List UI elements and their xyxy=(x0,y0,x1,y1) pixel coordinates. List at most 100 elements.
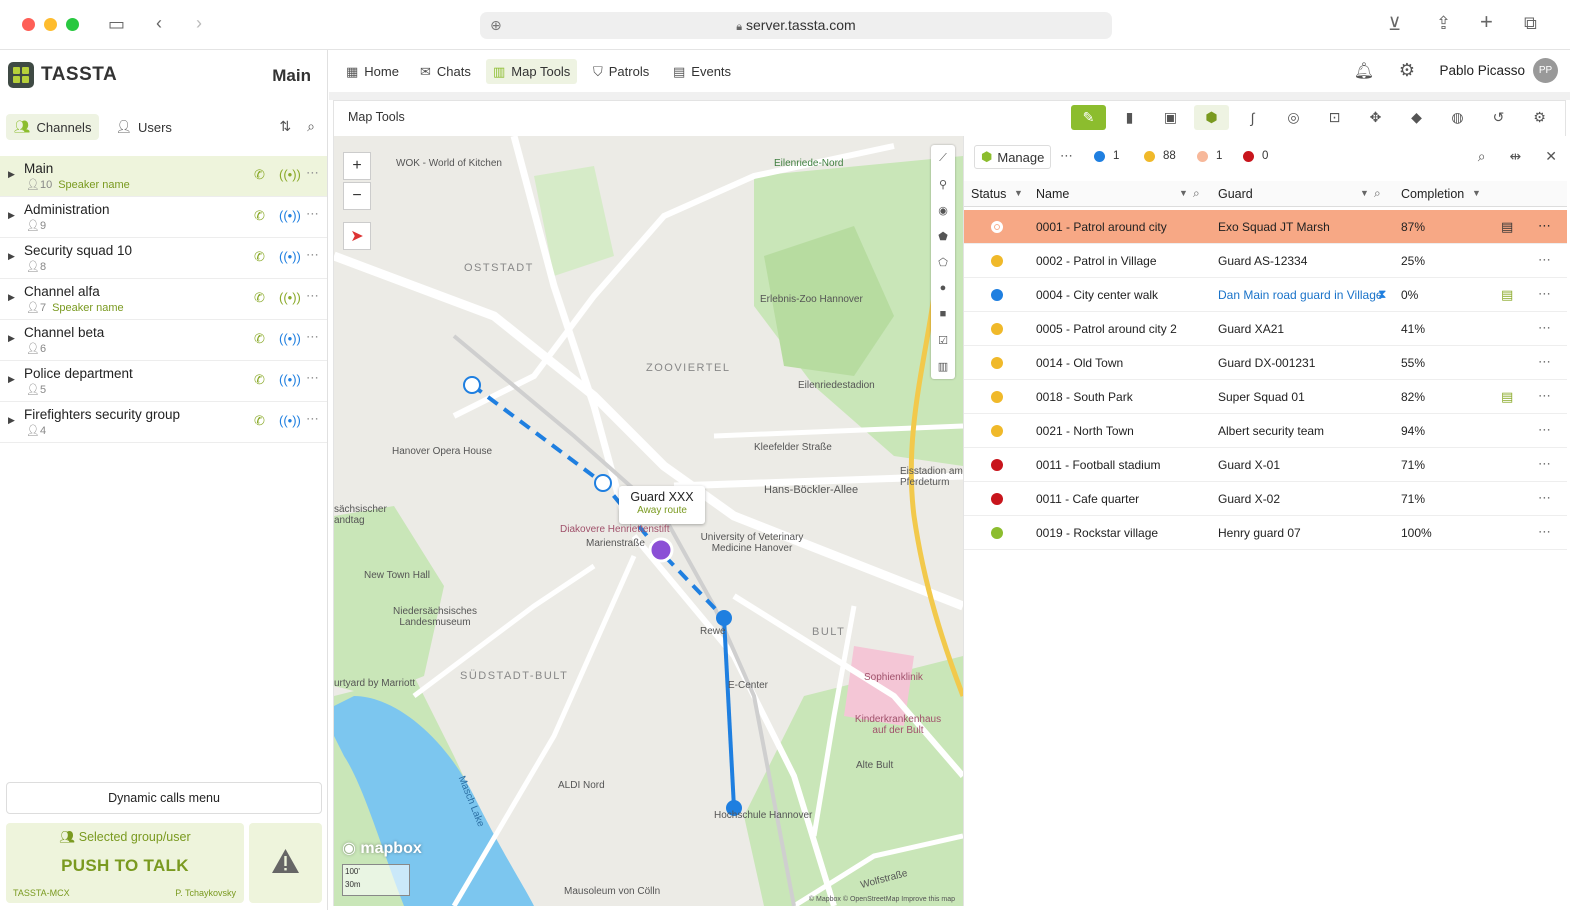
tab-users[interactable]: 👤︎ Users xyxy=(107,114,179,140)
column-completion[interactable]: Completion xyxy=(1401,187,1464,201)
edit-tool-icon[interactable]: ☑ xyxy=(931,327,955,353)
close-window-button[interactable] xyxy=(22,18,35,31)
status-filter-blue[interactable]: 1 xyxy=(1094,150,1119,162)
back-icon[interactable]: ‹ xyxy=(156,13,162,33)
more-icon[interactable]: ⋯ xyxy=(306,370,319,386)
expand-arrow-icon[interactable]: ▶ xyxy=(8,415,15,426)
share-icon[interactable]: ⇪ xyxy=(1436,13,1451,33)
alarm-icon[interactable]: 🔔︎ xyxy=(1354,61,1374,81)
status-filter-yellow[interactable]: 88 xyxy=(1144,150,1176,162)
search-icon[interactable]: ⌕ xyxy=(1374,186,1381,201)
target-icon[interactable]: ◎ xyxy=(1276,105,1311,130)
user-menu[interactable]: Pablo Picasso PP xyxy=(1439,58,1558,83)
table-row[interactable]: 0005 - Patrol around city 2 Guard XA21 41%… xyxy=(964,312,1567,346)
list-item[interactable]: ▶ Channel alfa 👤︎7 Speaker name ✆ ((•)) ⋯ xyxy=(0,279,327,320)
device-icon[interactable]: ▮ xyxy=(1112,105,1147,130)
manage-button[interactable]: ⬢ Manage xyxy=(974,145,1052,169)
more-icon[interactable]: ⋯ xyxy=(306,288,319,304)
resize-columns-icon[interactable]: ⇹ xyxy=(1510,148,1522,165)
address-bar[interactable]: ⊕ 🔒︎ server.tassta.com xyxy=(480,12,1112,39)
broadcast-icon[interactable]: ((•)) xyxy=(279,372,301,387)
map-settings-gear-icon[interactable]: ⚙ xyxy=(1522,105,1557,130)
status-filter-peach[interactable]: 1 xyxy=(1197,150,1222,162)
status-filter-red[interactable]: 0 xyxy=(1243,150,1268,162)
row-menu-icon[interactable]: ⋯ xyxy=(1538,320,1551,336)
expand-arrow-icon[interactable]: ▶ xyxy=(8,333,15,344)
table-row[interactable]: 0018 - South Park Super Squad 01 82% ▤ ⋯ xyxy=(964,380,1567,414)
nav-patrols[interactable]: ⛉ Patrols xyxy=(586,59,656,84)
list-item[interactable]: ▶ Administration 👤︎9 ✆ ((•)) ⋯ xyxy=(0,197,327,238)
chevron-down-icon[interactable]: ▼ xyxy=(1472,188,1481,198)
column-guard[interactable]: Guard xyxy=(1218,187,1253,201)
close-icon[interactable]: ✕ xyxy=(1545,148,1557,165)
table-row[interactable]: 0019 - Rockstar village Henry guard 07 100… xyxy=(964,516,1567,550)
list-item[interactable]: ▶ Channel beta 👤︎6 ✆ ((•)) ⋯ xyxy=(0,320,327,361)
nav-home[interactable]: ▦ Home xyxy=(339,59,406,84)
avatar[interactable]: PP xyxy=(1533,58,1558,83)
message-icon[interactable]: ▤ xyxy=(1501,287,1513,303)
call-icon[interactable]: ✆ xyxy=(254,331,265,347)
zoom-out-button[interactable]: − xyxy=(343,182,371,210)
polygon-tool-icon[interactable]: ⬟ xyxy=(931,223,955,249)
move-icon[interactable]: ✥ xyxy=(1358,105,1393,130)
forward-icon[interactable]: › xyxy=(196,13,202,33)
dynamic-calls-button[interactable]: Dynamic calls menu xyxy=(6,782,322,814)
row-menu-icon[interactable]: ⋯ xyxy=(1538,286,1551,302)
focus-icon[interactable]: ⊡ xyxy=(1317,105,1352,130)
line-tool-icon[interactable]: ⟋ xyxy=(931,145,955,171)
call-icon[interactable]: ✆ xyxy=(254,167,265,183)
emergency-alert-button[interactable] xyxy=(249,823,322,903)
sidebar-toggle-icon[interactable]: ▭ xyxy=(108,14,125,34)
row-menu-icon[interactable]: ⋯ xyxy=(1538,218,1551,234)
push-to-talk-button[interactable]: 👥︎ Selected group/user PUSH TO TALK TASS… xyxy=(6,823,244,903)
table-row[interactable]: 0014 - Old Town Guard DX-001231 55% ⋯ xyxy=(964,346,1567,380)
map-layer-tool-icon[interactable]: ▥ xyxy=(931,353,955,379)
table-row[interactable]: 0011 - Football stadium Guard X-01 71% ⋯ xyxy=(964,448,1567,482)
shape-tool-icon[interactable]: ⬠ xyxy=(931,249,955,275)
expand-arrow-icon[interactable]: ▶ xyxy=(8,292,15,303)
more-icon[interactable]: ⋯ xyxy=(306,411,319,427)
search-icon[interactable]: ⌕ xyxy=(307,118,315,135)
broadcast-icon[interactable]: ((•)) xyxy=(279,290,301,305)
zoom-in-button[interactable]: + xyxy=(343,152,371,180)
expand-arrow-icon[interactable]: ▶ xyxy=(8,251,15,262)
broadcast-icon[interactable]: ((•)) xyxy=(279,331,301,346)
compass-icon[interactable]: ➤ xyxy=(343,222,371,250)
table-row[interactable]: 0004 - City center walk Dan Main road gua… xyxy=(964,278,1567,312)
table-row[interactable]: 0002 - Patrol in Village Guard AS-12334 25… xyxy=(964,244,1567,278)
chevron-down-icon[interactable]: ▼ xyxy=(1014,188,1023,198)
table-row[interactable]: 0011 - Cafe quarter Guard X-02 71% ⋯ xyxy=(964,482,1567,516)
column-name[interactable]: Name xyxy=(1036,187,1069,201)
rectangle-tool-icon[interactable]: ■ xyxy=(931,301,955,327)
broadcast-icon[interactable]: ((•)) xyxy=(279,167,301,182)
contact-card-icon[interactable]: ▣ xyxy=(1153,105,1188,130)
search-icon[interactable]: ⌕ xyxy=(1193,186,1200,201)
call-icon[interactable]: ✆ xyxy=(254,290,265,306)
expand-arrow-icon[interactable]: ▶ xyxy=(8,374,15,385)
list-item[interactable]: ▶ Main 👤︎10 Speaker name ✆ ((•)) ⋯ xyxy=(0,156,327,197)
edit-pencil-icon[interactable]: ✎ xyxy=(1071,105,1106,130)
nav-events[interactable]: ▤ Events xyxy=(666,59,738,84)
more-icon[interactable]: ⋯ xyxy=(306,206,319,222)
search-icon[interactable]: ⌕ xyxy=(1478,148,1486,165)
call-icon[interactable]: ✆ xyxy=(254,413,265,429)
sort-icon[interactable]: ⇅ xyxy=(279,118,291,135)
map-attribution[interactable]: © Mapbox © OpenStreetMap Improve this ma… xyxy=(809,896,955,903)
expand-arrow-icon[interactable]: ▶ xyxy=(8,210,15,221)
location-shield-icon[interactable]: ⬢ xyxy=(1194,105,1229,130)
broadcast-icon[interactable]: ((•)) xyxy=(279,249,301,264)
chevron-down-icon[interactable]: ▼ xyxy=(1179,188,1188,198)
more-icon[interactable]: ⋯ xyxy=(306,165,319,181)
table-row[interactable]: 0001 - Patrol around city Exo Squad JT Ma… xyxy=(964,210,1567,244)
broadcast-icon[interactable]: ((•)) xyxy=(279,413,301,428)
nav-chats[interactable]: ✉ Chats xyxy=(413,59,478,84)
nav-map-tools[interactable]: ▥ Map Tools xyxy=(486,59,578,84)
row-menu-icon[interactable]: ⋯ xyxy=(1538,388,1551,404)
patrol-guard[interactable]: Dan Main road guard in Village xyxy=(1218,288,1383,302)
more-icon[interactable]: ⋯ xyxy=(1060,148,1073,164)
list-item[interactable]: ▶ Police department 👤︎5 ✆ ((•)) ⋯ xyxy=(0,361,327,402)
row-menu-icon[interactable]: ⋯ xyxy=(1538,422,1551,438)
circle-tool-icon[interactable]: ● xyxy=(931,275,955,301)
new-tab-icon[interactable]: + xyxy=(1480,11,1493,33)
message-icon[interactable]: ▤ xyxy=(1501,219,1513,235)
